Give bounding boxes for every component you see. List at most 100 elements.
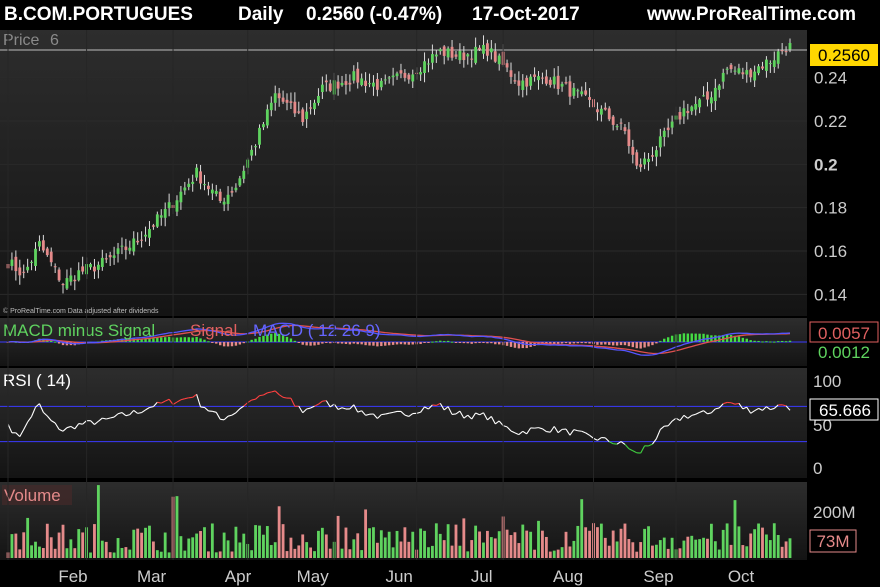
macd-histogram-bar: [384, 342, 387, 346]
volume-bar: [694, 539, 698, 558]
candle-body: [517, 80, 521, 86]
candle-body: [564, 82, 568, 84]
volume-bar: [187, 538, 191, 558]
candle-body: [466, 54, 470, 57]
macd-histogram-bar: [219, 342, 222, 346]
candle-body: [305, 111, 309, 120]
macd-histogram-bar: [631, 342, 635, 348]
candle-body: [717, 85, 721, 90]
macd-histogram-bar: [340, 342, 344, 344]
candle-body: [662, 130, 666, 138]
candle-body: [729, 64, 733, 70]
candle-body: [191, 181, 195, 184]
volume-bar: [195, 533, 199, 558]
candle-body: [780, 50, 784, 52]
candle-body: [478, 47, 481, 50]
volume-bar: [14, 533, 18, 558]
candle-body: [116, 248, 120, 254]
volume-bar: [757, 523, 760, 558]
macd-histogram-bar: [329, 342, 332, 344]
candle-body: [128, 247, 132, 251]
candle-body: [442, 46, 446, 56]
volume-bar: [108, 552, 112, 558]
macd-histogram-bar: [623, 342, 627, 346]
macd-histogram-bar: [757, 340, 760, 342]
volume-bar: [713, 541, 717, 558]
candle-body: [309, 107, 312, 109]
candle-body: [22, 271, 26, 273]
volume-bar: [206, 551, 210, 558]
candle-body: [765, 59, 768, 71]
candle-body: [301, 109, 305, 123]
volume-bar: [654, 544, 658, 558]
volume-bar: [262, 534, 265, 558]
volume-bar: [623, 523, 627, 558]
quote-date: 17-Oct-2017: [472, 4, 580, 25]
volume-bar: [690, 535, 694, 558]
macd-histogram-bar: [234, 342, 238, 346]
period-label[interactable]: Daily: [238, 4, 283, 26]
volume-bar: [258, 525, 261, 558]
macd-histogram-bar: [364, 342, 367, 346]
candle-body: [356, 68, 360, 83]
volume-bar: [379, 530, 383, 558]
macd-histogram-bar: [215, 342, 218, 344]
volume-bar: [548, 551, 552, 558]
rsi-value: 65.666: [819, 401, 871, 420]
volume-bar: [356, 533, 360, 558]
volume-bar: [340, 548, 344, 558]
candle-body: [643, 158, 647, 165]
macd-histogram-bar: [238, 342, 242, 345]
macd-histogram-bar: [431, 341, 434, 343]
macd-histogram-bar: [297, 342, 300, 343]
candle-body: [379, 80, 383, 88]
volume-bar: [203, 527, 206, 558]
volume-bar: [49, 537, 53, 558]
volume-bar: [26, 517, 30, 558]
volume-bar: [643, 528, 647, 558]
candle-body: [788, 43, 792, 50]
candle-body: [206, 185, 210, 190]
volume-bar: [372, 527, 375, 558]
macd-histogram-bar: [682, 333, 686, 342]
macd-histogram-bar: [615, 342, 619, 346]
candle-body: [768, 63, 772, 65]
macd-histogram-bar: [301, 342, 304, 345]
site-url[interactable]: www.ProRealTime.com: [647, 4, 856, 26]
rsi-line-segment: [137, 412, 142, 414]
candle-body: [320, 84, 324, 93]
volume-bar: [458, 545, 462, 558]
rsi-panel[interactable]: [0, 368, 807, 478]
volume-bar: [529, 531, 533, 558]
macd-histogram-bar: [387, 342, 391, 346]
copyright-note: © ProRealTime.com Data adjusted after di…: [3, 307, 159, 315]
candle-body: [513, 80, 517, 82]
candle-body: [226, 194, 230, 205]
price-panel[interactable]: [0, 30, 807, 316]
rsi-line-segment: [577, 430, 582, 432]
candle-body: [403, 72, 407, 78]
volume-bar: [662, 537, 666, 558]
macd-histogram-bar: [163, 337, 167, 342]
candle-body: [603, 107, 607, 110]
macd-histogram-bar: [505, 342, 509, 346]
candle-body: [144, 234, 147, 237]
macd-line-label: MACD ( 12 26 9): [253, 321, 381, 340]
candle-body: [776, 51, 780, 64]
volume-bar: [478, 531, 481, 558]
candle-body: [387, 77, 391, 79]
candle-body: [411, 74, 415, 82]
candle-body: [698, 99, 702, 108]
month-label: Oct: [728, 567, 755, 586]
volume-bar: [163, 532, 167, 558]
volume-bar: [344, 527, 348, 558]
volume-bar: [61, 524, 65, 558]
candle-body: [364, 80, 368, 87]
candle-body: [203, 184, 206, 186]
volume-bar: [698, 539, 702, 558]
volume-bar: [607, 545, 611, 558]
candle-body: [627, 129, 631, 147]
volume-bar: [721, 529, 725, 558]
volume-bar: [10, 534, 14, 558]
candle-body: [391, 75, 395, 78]
